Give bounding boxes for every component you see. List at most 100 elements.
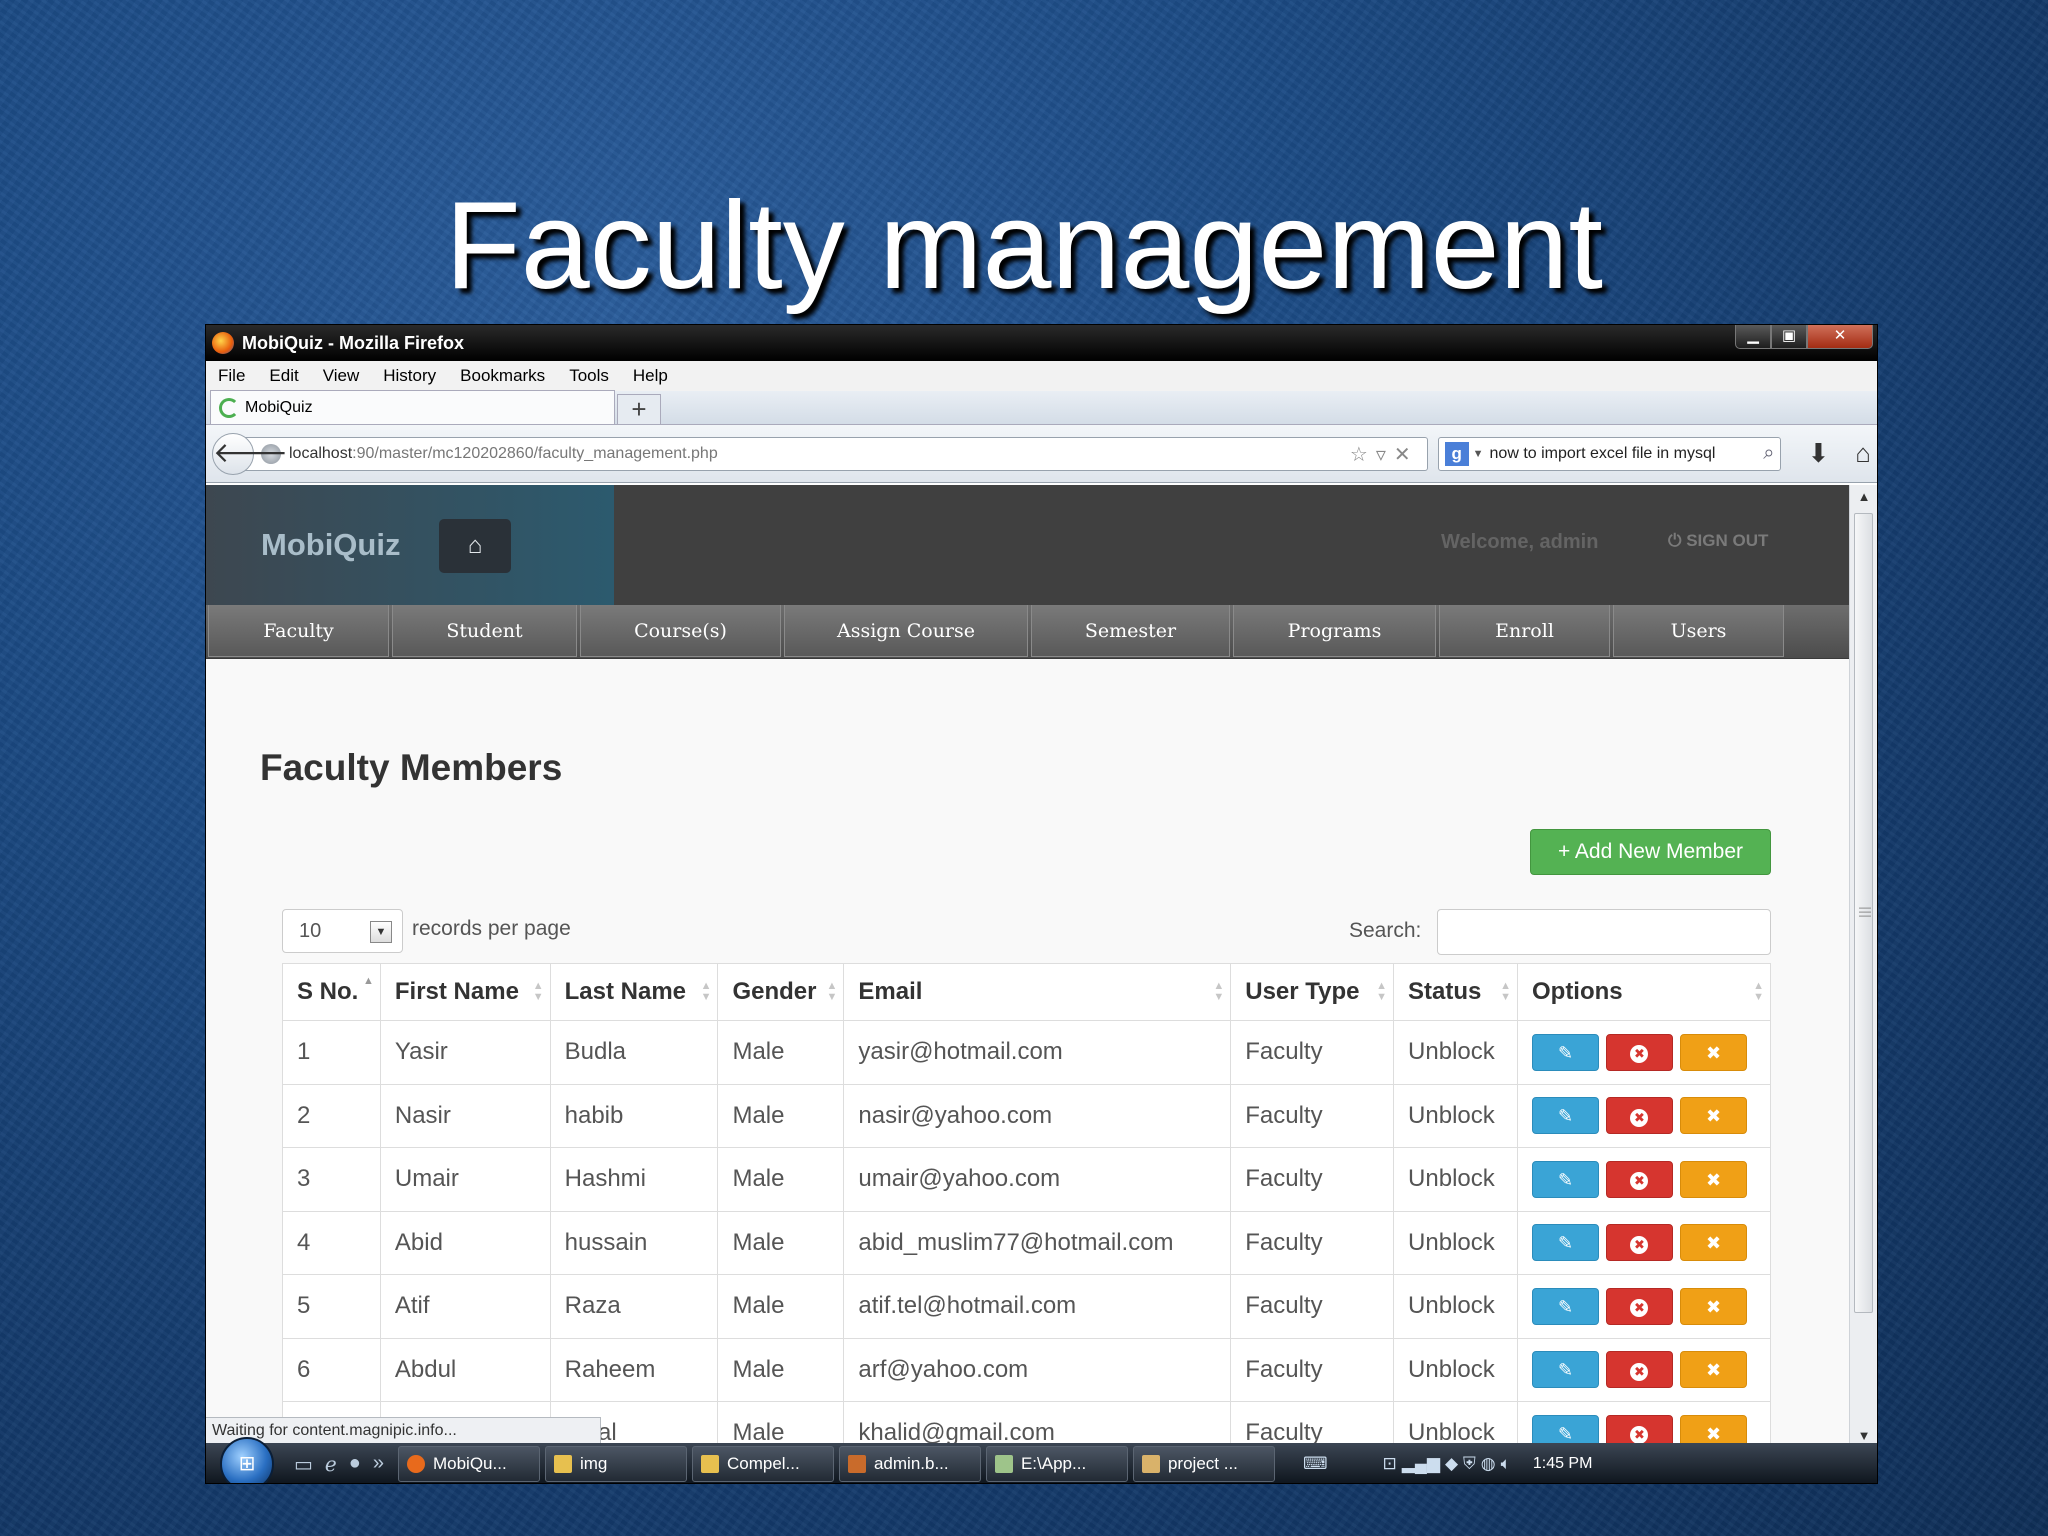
cell-last-name: Raza	[549, 1274, 719, 1339]
cell-options: ✎ ✖ ✖	[1516, 1337, 1772, 1402]
block-button[interactable]: ✖	[1679, 1097, 1747, 1135]
scroll-down-arrow-icon[interactable]: ▼	[1850, 1428, 1877, 1443]
cell-sno: 6	[282, 1337, 381, 1402]
cell-user-type: Faculty	[1230, 1147, 1395, 1212]
col-gender[interactable]: Gender ▲ ▼	[717, 963, 845, 1021]
table-row: 4 Abid hussain Male abid_muslim77@hotmai…	[282, 1210, 1772, 1275]
nav-faculty[interactable]: Faculty	[208, 605, 389, 657]
delete-button[interactable]: ✖	[1605, 1351, 1673, 1389]
taskbar-item-img[interactable]: img	[544, 1446, 687, 1482]
edit-button[interactable]: ✎	[1531, 1033, 1599, 1071]
page-title: Faculty Members	[260, 747, 563, 788]
keyboard-icon[interactable]: ⌨	[1303, 1454, 1328, 1474]
block-button[interactable]: ✖	[1679, 1033, 1747, 1071]
app-brand[interactable]: MobiQuiz	[261, 527, 400, 563]
download-icon[interactable]: ⬇	[1807, 438, 1829, 469]
tab-label: MobiQuiz	[245, 398, 313, 416]
block-button[interactable]: ✖	[1679, 1160, 1747, 1198]
sign-out-link[interactable]: ⏻ SIGN OUT	[1668, 531, 1768, 551]
col-email[interactable]: Email ▲ ▼	[843, 963, 1232, 1021]
edit-button[interactable]: ✎	[1531, 1097, 1599, 1135]
menu-bookmarks[interactable]: Bookmarks	[460, 366, 545, 386]
network-icon[interactable]: ⊡	[1383, 1454, 1397, 1474]
records-per-page-select[interactable]: 10 ▼	[282, 909, 403, 953]
menu-tools[interactable]: Tools	[569, 366, 609, 386]
col-sno-label: S No.	[297, 978, 359, 1005]
new-tab-button[interactable]: +	[617, 394, 661, 424]
block-button[interactable]: ✖	[1679, 1287, 1747, 1325]
col-user-type[interactable]: User Type ▲ ▼	[1230, 963, 1395, 1021]
stop-icon[interactable]: ✕	[1394, 444, 1419, 466]
chevron-down-icon[interactable]: ▼	[370, 921, 392, 943]
app-shortcut-icon[interactable]: ●	[349, 1452, 361, 1477]
menu-history[interactable]: History	[383, 366, 436, 386]
delete-button[interactable]: ✖	[1605, 1224, 1673, 1262]
add-new-member-button[interactable]: + Add New Member	[1530, 829, 1771, 875]
back-button[interactable]: 🡐	[212, 432, 288, 475]
shield-icon[interactable]: ⛨	[1463, 1454, 1476, 1474]
col-first-name[interactable]: First Name ▲ ▼	[379, 963, 551, 1021]
vertical-scrollbar[interactable]: ▲ — — — ▼	[1849, 485, 1877, 1447]
menu-help[interactable]: Help	[633, 366, 668, 386]
table-search-input[interactable]	[1437, 909, 1771, 955]
maximize-button[interactable]: ▣	[1771, 325, 1807, 349]
internet-explorer-icon[interactable]: ℯ	[325, 1452, 337, 1477]
search-bar[interactable]: g ▼ now to import excel file in mysql ⌕	[1437, 436, 1782, 471]
menu-edit[interactable]: Edit	[269, 366, 298, 386]
delete-button[interactable]: ✖	[1605, 1160, 1673, 1198]
taskbar-item-firefox[interactable]: MobiQu...	[397, 1446, 540, 1482]
edit-button[interactable]: ✎	[1531, 1351, 1599, 1389]
volume-icon[interactable]: 🔈︎	[1501, 1454, 1511, 1474]
minimize-button[interactable]: ▁	[1735, 325, 1771, 349]
col-sno[interactable]: S No. ▲	[282, 963, 381, 1021]
app-icon	[847, 1455, 866, 1473]
nav-users[interactable]: Users	[1613, 605, 1784, 657]
col-last-name[interactable]: Last Name ▲ ▼	[549, 963, 719, 1021]
menu-file[interactable]: File	[218, 366, 245, 386]
delete-button[interactable]: ✖	[1605, 1033, 1673, 1071]
start-button[interactable]: ⊞	[220, 1437, 274, 1483]
col-status-label: Status	[1408, 978, 1482, 1005]
nav-courses[interactable]: Course(s)	[580, 605, 781, 657]
magnifier-icon[interactable]: ⌕	[1763, 442, 1774, 465]
taskbar-item-project[interactable]: project ...	[1132, 1446, 1275, 1482]
taskbar-item-compel[interactable]: Compel...	[691, 1446, 834, 1482]
block-button[interactable]: ✖	[1679, 1224, 1747, 1262]
taskbar-item-admin[interactable]: admin.b...	[838, 1446, 981, 1482]
menu-view[interactable]: View	[323, 366, 360, 386]
taskbar-item-eapp[interactable]: E:\App...	[985, 1446, 1128, 1482]
scroll-up-arrow-icon[interactable]: ▲	[1850, 489, 1877, 504]
window-titlebar[interactable]: MobiQuiz - Mozilla Firefox ▁ ▣ ✕	[206, 325, 1877, 361]
globe-icon[interactable]: ◍	[1481, 1454, 1496, 1474]
edit-button[interactable]: ✎	[1531, 1160, 1599, 1198]
home-icon[interactable]: ⌂	[1855, 438, 1871, 469]
cell-email: khalid@gmail.com	[843, 1401, 1232, 1447]
url-dropdown-icon[interactable]: ▿	[1376, 444, 1394, 466]
bookmark-star-icon[interactable]: ☆	[1350, 444, 1376, 466]
delete-button[interactable]: ✖	[1605, 1287, 1673, 1325]
nav-programs[interactable]: Programs	[1233, 605, 1436, 657]
col-status[interactable]: Status ▲ ▼	[1393, 963, 1518, 1021]
search-engine-dropdown-icon[interactable]: ▼	[1473, 448, 1484, 460]
signal-icon[interactable]: ▂▄▆	[1402, 1454, 1440, 1474]
col-options[interactable]: Options ▲ ▼	[1516, 963, 1772, 1021]
tray-app-icon[interactable]: ◆	[1445, 1454, 1458, 1474]
close-icon: ✖	[1705, 1042, 1722, 1063]
nav-enroll[interactable]: Enroll	[1439, 605, 1610, 657]
close-window-button[interactable]: ✕	[1807, 325, 1873, 349]
delete-button[interactable]: ✖	[1605, 1097, 1673, 1135]
show-desktop-icon[interactable]: ▭	[294, 1452, 313, 1477]
app-home-button[interactable]: ⌂	[439, 519, 511, 573]
nav-semester[interactable]: Semester	[1031, 605, 1230, 657]
tab-mobiquiz[interactable]: MobiQuiz	[210, 390, 615, 424]
google-icon[interactable]: g	[1444, 441, 1469, 466]
nav-assign-course[interactable]: Assign Course	[784, 605, 1028, 657]
nav-student[interactable]: Student	[392, 605, 577, 657]
taskbar-clock[interactable]: 1:45 PM	[1533, 1455, 1593, 1473]
edit-button[interactable]: ✎	[1531, 1287, 1599, 1325]
more-chevron-icon[interactable]: »	[373, 1452, 384, 1477]
edit-button[interactable]: ✎	[1531, 1224, 1599, 1262]
url-bar[interactable]: localhost:90/master/mc120202860/faculty_…	[240, 436, 1428, 471]
block-button[interactable]: ✖	[1679, 1351, 1747, 1389]
editor-icon	[994, 1455, 1013, 1473]
